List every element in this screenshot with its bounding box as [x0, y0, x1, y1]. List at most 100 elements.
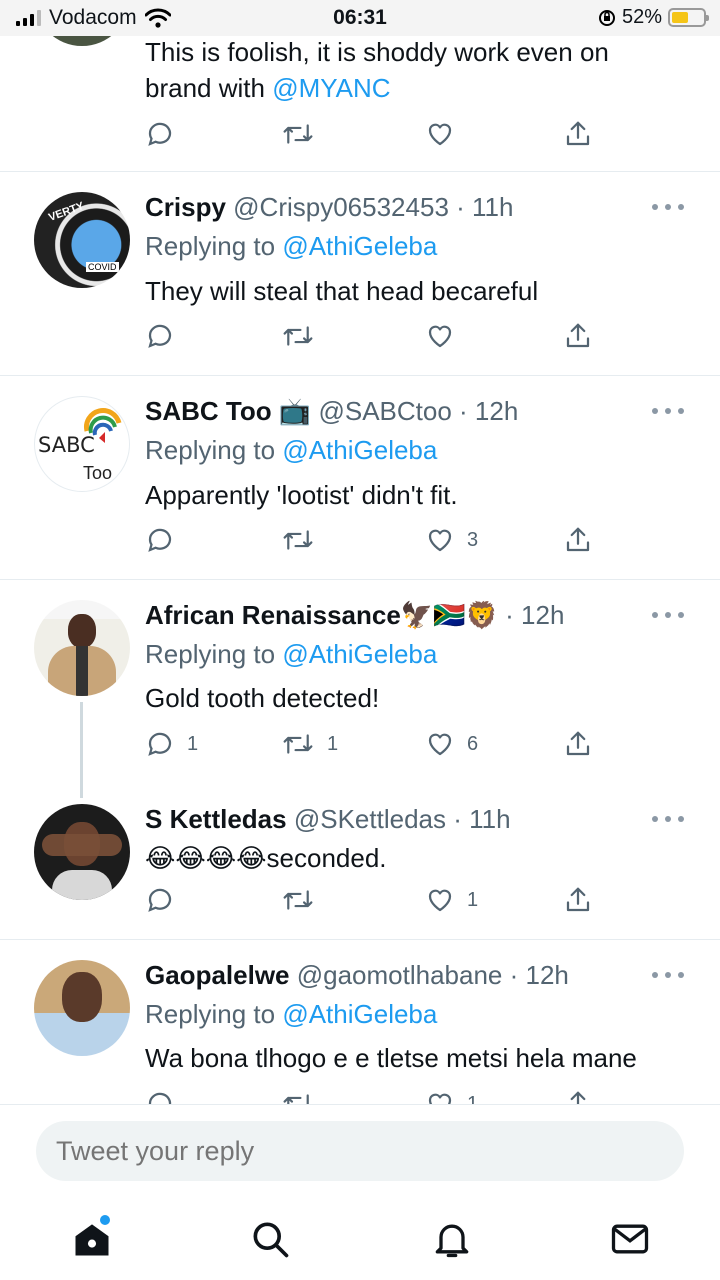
timestamp[interactable]: 11h [469, 804, 510, 834]
display-name[interactable]: Crispy [145, 192, 226, 222]
like-count: 1 [467, 1092, 479, 1105]
share-button[interactable] [563, 728, 593, 760]
tab-bar [0, 1209, 720, 1269]
share-icon [566, 887, 590, 912]
avatar[interactable] [34, 960, 130, 1056]
like-button[interactable]: 6 [425, 728, 478, 760]
more-dot-icon [652, 408, 658, 414]
display-name[interactable]: SABC Too 📺 [145, 396, 311, 426]
like-count: 1 [467, 888, 479, 911]
avatar[interactable]: VERTY COVID [34, 192, 130, 288]
more-dot-icon [665, 408, 671, 414]
reply-button[interactable] [145, 1088, 187, 1104]
share-icon [566, 121, 590, 146]
avatar[interactable] [34, 600, 130, 696]
reply-button[interactable] [145, 884, 187, 916]
tweet[interactable]: African Renaissance🦅🇿🇦🦁 · 12h Replying t… [0, 580, 720, 784]
share-button[interactable] [563, 320, 593, 352]
like-button[interactable] [425, 118, 467, 150]
reply-button[interactable] [145, 118, 187, 150]
display-name[interactable]: Gaopalelwe [145, 960, 290, 990]
tab-search[interactable] [248, 1217, 292, 1261]
retweet-button[interactable] [281, 524, 327, 556]
tweet-actions [145, 118, 605, 150]
like-button[interactable]: 3 [425, 524, 478, 556]
reply-button[interactable] [145, 320, 187, 352]
heart-icon [428, 733, 452, 756]
more-options-button[interactable] [652, 406, 684, 416]
tweet[interactable]: VERTY COVID Crispy @Crispy06532453 · 11h… [0, 172, 720, 376]
mention-link[interactable]: @AthiGeleba [282, 435, 437, 465]
timestamp[interactable]: 12h [526, 960, 569, 990]
tab-notifications[interactable] [430, 1217, 474, 1261]
handle[interactable]: @gaomotlhabane [297, 960, 503, 990]
battery-icon [668, 8, 709, 27]
mention-link[interactable]: @AthiGeleba [282, 231, 437, 261]
reply-button[interactable] [145, 524, 187, 556]
tweet[interactable]: SABC Too SABC Too 📺 @SABCtoo · 12h Reply… [0, 376, 720, 580]
avatar-head [62, 972, 102, 1022]
avatar-hands [42, 834, 122, 856]
tweet-feed[interactable]: This is foolish, it is shoddy work even … [0, 0, 720, 1104]
reply-count: 1 [187, 732, 199, 755]
more-dot-icon [678, 972, 684, 978]
tab-home[interactable] [70, 1215, 114, 1261]
like-button[interactable]: 1 [425, 884, 478, 916]
reply-input[interactable] [36, 1121, 684, 1181]
share-button[interactable] [563, 524, 593, 556]
bottom-area [0, 1104, 720, 1280]
timestamp[interactable]: 12h [475, 396, 518, 426]
tweet-actions [145, 320, 605, 352]
reply-button[interactable]: 1 [145, 728, 198, 760]
share-icon [566, 731, 590, 756]
retweet-button[interactable] [281, 320, 327, 352]
more-dot-icon [678, 408, 684, 414]
handle[interactable]: @Crispy06532453 [233, 192, 449, 222]
retweet-button[interactable] [281, 1088, 327, 1104]
retweet-icon [283, 124, 313, 144]
tweet-text: brand with [145, 73, 273, 103]
retweet-icon [283, 890, 313, 910]
more-options-button[interactable] [652, 970, 684, 980]
mention-link[interactable]: @MYANC [272, 73, 390, 103]
more-options-button[interactable] [652, 814, 684, 824]
retweet-icon [283, 1094, 309, 1104]
share-button[interactable] [563, 118, 593, 150]
retweet-button[interactable] [281, 884, 327, 916]
like-button[interactable]: 1 [425, 1088, 478, 1104]
avatar[interactable] [34, 804, 130, 900]
share-button[interactable] [563, 1088, 593, 1104]
more-options-button[interactable] [652, 202, 684, 212]
tweet[interactable]: S Kettledas @SKettledas · 11h 😂😂😂😂second… [0, 784, 720, 940]
like-button[interactable] [425, 320, 467, 352]
reply-icon [148, 324, 172, 348]
timestamp[interactable]: 12h [521, 600, 564, 630]
tweet-actions: 3 [145, 524, 605, 556]
separator-dot: · [502, 960, 526, 990]
tweet-actions: 1 1 6 [145, 728, 605, 760]
like-count: 6 [467, 732, 479, 755]
more-dot-icon [665, 204, 671, 210]
avatar[interactable]: SABC Too [34, 396, 130, 492]
reply-icon [148, 528, 172, 552]
retweet-button[interactable]: 1 [281, 728, 338, 760]
handle[interactable]: @SABCtoo [318, 396, 451, 426]
mention-link[interactable]: @AthiGeleba [282, 999, 437, 1029]
retweet-icon [283, 530, 313, 550]
more-options-button[interactable] [652, 610, 684, 620]
share-button[interactable] [563, 884, 593, 916]
tab-messages[interactable] [608, 1217, 652, 1261]
more-dot-icon [678, 612, 684, 618]
tweet[interactable]: Gaopalelwe @gaomotlhabane · 12h Replying… [0, 940, 720, 1104]
more-dot-icon [678, 204, 684, 210]
handle[interactable]: @SKettledas [294, 804, 446, 834]
display-name[interactable]: S Kettledas [145, 804, 287, 834]
mention-link[interactable]: @AthiGeleba [282, 639, 437, 669]
tweet-text: Gold tooth detected! [145, 683, 380, 713]
timestamp[interactable]: 11h [472, 192, 513, 222]
tweet-text-line-2: brand with @MYANC [145, 70, 391, 106]
reply-icon [148, 732, 172, 756]
heart-icon [428, 1093, 452, 1104]
display-name[interactable]: African Renaissance🦅🇿🇦🦁 [145, 600, 498, 630]
retweet-button[interactable] [281, 118, 327, 150]
